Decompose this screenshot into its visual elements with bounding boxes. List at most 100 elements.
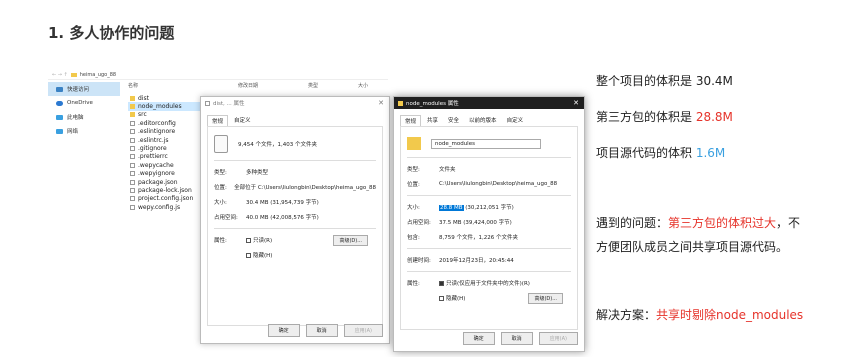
readonly-checkbox[interactable]: 只读(R) [246,236,272,244]
dialog-titlebar: node_modules 属性 ✕ [394,97,584,109]
file-icon [205,100,210,106]
file-name: .wepycache [138,161,174,169]
nav-arrows[interactable]: ← → ↑ [52,72,68,78]
column-header-type[interactable]: 类型 [308,82,318,89]
file-row[interactable]: .editorconfig [128,119,208,127]
hidden-checkbox[interactable]: 隐藏(H) [246,251,272,259]
tab-security[interactable]: 安全 [444,115,463,126]
note-text: ，不 [776,216,801,230]
prop-value: 40.0 MB (42,008,576 字节) [246,215,319,221]
sidebar-item-quick-access[interactable]: 快速访问 [48,82,120,96]
size-rest: (30,212,051 字节) [463,205,514,211]
cancel-button[interactable]: 取消 [305,324,338,337]
readonly-label: 只读(R) [253,238,273,244]
divider [214,160,376,161]
sidebar-item-this-pc[interactable]: 此电脑 [48,110,120,124]
file-icon [130,204,135,210]
prop-label: 创建时间: [407,258,431,264]
divider [407,271,571,272]
file-icon [130,154,135,160]
file-name: dist [138,94,149,102]
checkbox-icon [439,296,444,301]
address-bar[interactable]: ← → ↑ heima_ugo_88 [48,70,388,80]
file-row[interactable]: .eslintrc.js [128,136,208,144]
prop-value: C:\Users\liulongbin\Desktop\heima_ugo_88 [439,181,558,187]
prop-value: 多种类型 [246,170,269,176]
file-row[interactable]: src [128,111,208,119]
divider [407,157,571,158]
folder-name-input[interactable]: node_modules [431,138,541,149]
tab-custom[interactable]: 自定义 [503,115,528,126]
checkbox-icon [246,238,251,243]
divider [407,248,571,249]
file-row[interactable]: .eslintignore [128,128,208,136]
tab-general[interactable]: 常规 [400,115,422,126]
file-row[interactable]: package.json [128,178,208,186]
computer-icon [56,114,63,120]
file-row[interactable]: dist [128,94,208,102]
apply-button[interactable]: 应用(A) [343,324,383,337]
file-name: .wepyignore [138,170,175,178]
ok-button[interactable]: 确定 [462,332,495,345]
readonly-checkbox[interactable]: 只读(仅应用于文件夹中的文件)(R) [439,279,530,287]
checkbox-icon [246,253,251,258]
file-row[interactable]: .wepycache [128,161,208,169]
divider [214,228,376,229]
dialog-tabs: 常规 自定义 [201,109,389,126]
file-row[interactable]: node_modules [128,102,208,111]
column-header-size[interactable]: 大小 [358,82,368,89]
file-name: .eslintrc.js [138,136,169,144]
tab-previous-versions[interactable]: 以前的版本 [465,115,501,126]
file-name: project.config.json [138,195,194,203]
file-name: package-lock.json [138,186,192,194]
file-row[interactable]: .wepyignore [128,170,208,178]
ok-button[interactable]: 确定 [267,324,300,337]
file-icon [130,129,135,135]
properties-dialog-node-modules: node_modules 属性 ✕ 常规 共享 安全 以前的版本 自定义 nod… [393,96,585,352]
tab-general[interactable]: 常规 [207,115,229,126]
note-problem: 遇到的问题：第三方包的体积过大，不 [596,214,800,231]
advanced-button[interactable]: 高级(D)... [528,293,563,304]
tab-sharing[interactable]: 共享 [423,115,442,126]
file-list: dist node_modules src .editorconfig .eslinti… [128,94,208,211]
prop-label: 大小: [407,205,420,211]
file-row[interactable]: project.config.json [128,195,208,203]
dialog-buttons: 确定 取消 应用(A) [267,324,383,337]
sidebar-item-network[interactable]: 网络 [48,124,120,138]
file-row[interactable]: .gitignore [128,144,208,152]
dialog-body: 9,454 个文件，1,403 个文件夹 类型: 多种类型 位置: 全部位于 C:\… [207,126,383,326]
dialog-title: dist, ... 属性 [213,101,245,107]
address-path: heima_ugo_88 [79,71,117,78]
folder-icon [130,95,135,101]
tab-custom[interactable]: 自定义 [230,115,255,126]
file-row[interactable]: .prettierrc [128,153,208,161]
file-name: .editorconfig [138,119,176,127]
close-icon[interactable]: ✕ [378,99,384,107]
file-row[interactable]: wepy.config.js [128,203,208,211]
file-name: .eslintignore [138,128,176,136]
file-name: .prettierrc [138,153,168,161]
cloud-icon [56,100,63,106]
folder-icon [407,137,421,150]
note-text: 项目源代码的体积 [596,146,696,160]
divider [407,195,571,196]
star-icon [56,86,63,92]
file-icon [130,120,135,126]
attributes-label: 属性: [407,281,420,287]
advanced-button[interactable]: 高级(D)... [333,235,368,246]
dialog-tabs: 常规 共享 安全 以前的版本 自定义 [394,109,584,126]
apply-button[interactable]: 应用(A) [538,332,578,345]
column-header-name[interactable]: 名称 [128,82,138,89]
file-row[interactable]: package-lock.json [128,186,208,194]
note-highlight: 共享时剔除node_modules [656,308,804,322]
close-icon[interactable]: ✕ [573,99,579,107]
prop-label: 占用空间: [214,215,238,221]
note-text: 遇到的问题： [596,216,669,230]
column-header-date[interactable]: 修改日期 [238,82,258,89]
sidebar-item-onedrive[interactable]: OneDrive [48,96,120,110]
prop-label: 位置: [407,182,420,188]
cancel-button[interactable]: 取消 [500,332,533,345]
dialog-buttons: 确定 取消 应用(A) [462,332,578,345]
note-highlight: 28.8M [695,110,733,124]
hidden-checkbox[interactable]: 隐藏(H) [439,294,465,302]
